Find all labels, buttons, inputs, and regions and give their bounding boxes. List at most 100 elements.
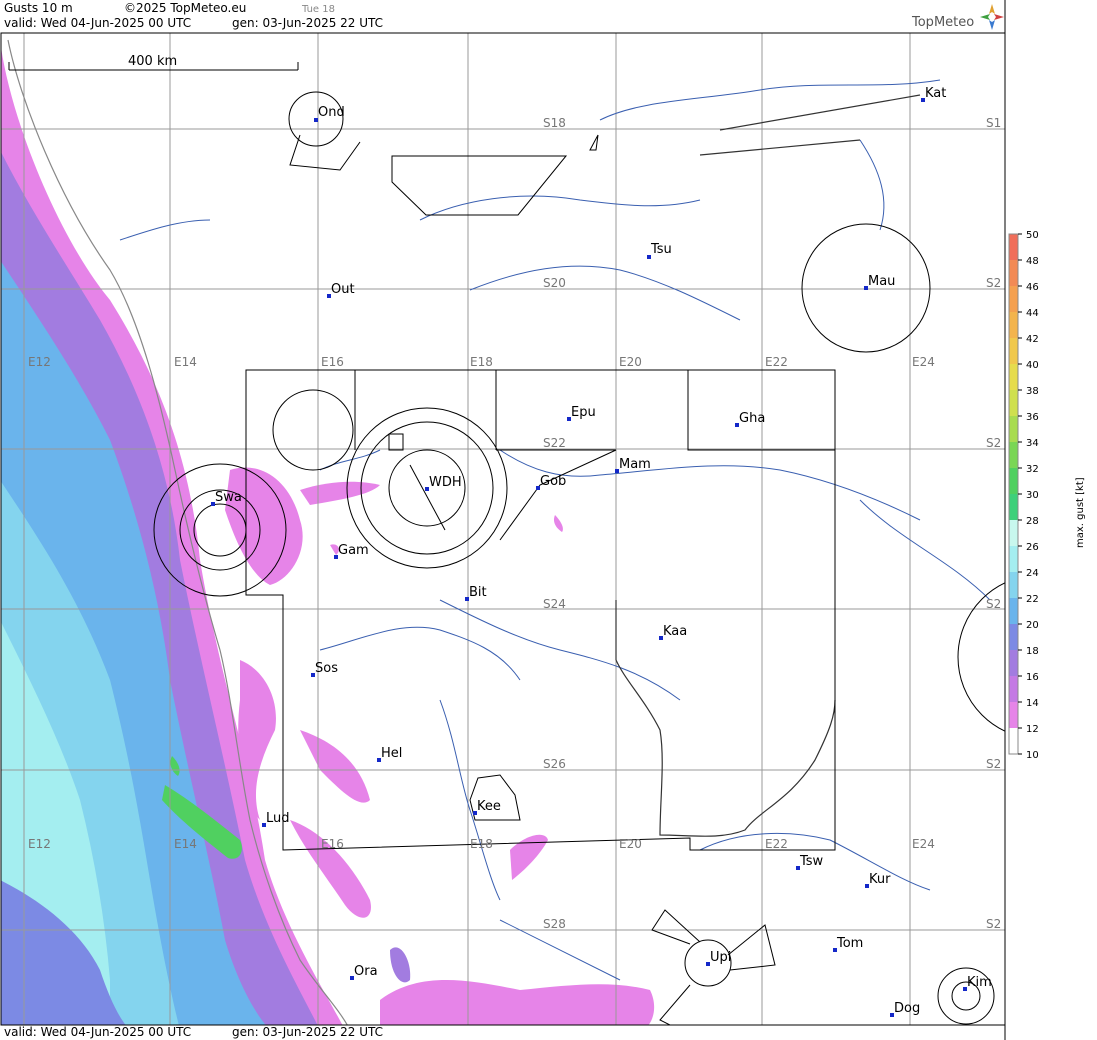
lon-label-e22: E22 (765, 355, 788, 369)
lon-label-e14: E14 (174, 355, 197, 369)
legend-tick-label: 10 (1026, 750, 1039, 761)
legend-swatch (1009, 468, 1018, 494)
city-swa: Swa (215, 490, 242, 505)
lon-label-e18: E18 (470, 355, 493, 369)
legend-swatch (1009, 676, 1018, 702)
legend-title: max. gust [kt] (1075, 477, 1086, 548)
legend-tick-label: 50 (1026, 230, 1039, 241)
lon-label-e16: E16 (321, 355, 344, 369)
weather-map: 400 km E12 E14 E16 E18 E20 E22 E24 E12 E… (0, 0, 1086, 1040)
legend-swatch (1009, 572, 1018, 598)
legend-tick-label: 34 (1026, 438, 1039, 449)
city-kaa: Kaa (663, 624, 687, 639)
legend-tick-label: 48 (1026, 256, 1039, 267)
city-kur: Kur (869, 872, 891, 887)
legend-swatch (1009, 494, 1018, 520)
lon-label-e12-south: E12 (28, 837, 51, 851)
legend-swatch (1009, 624, 1018, 650)
legend-swatch (1009, 650, 1018, 676)
city-mau: Mau (868, 274, 895, 289)
legend-swatch (1009, 416, 1018, 442)
city-gam: Gam (338, 543, 369, 558)
city-gob: Gob (540, 474, 566, 489)
legend-tick-label: 12 (1026, 724, 1039, 735)
city-upi: Upi (710, 950, 731, 965)
lat-label-s22: S22 (543, 436, 566, 450)
lon-label-e22-south: E22 (765, 837, 788, 851)
legend-tick-label: 32 (1026, 464, 1039, 475)
legend-swatch (1009, 728, 1018, 754)
city-ond: Ond (318, 105, 345, 120)
legend-tick-label: 26 (1026, 542, 1039, 553)
legend-swatch (1009, 234, 1018, 260)
gust-patch-coast2 (300, 730, 370, 803)
city-tsu: Tsu (650, 242, 672, 257)
legend-swatch (1009, 312, 1018, 338)
city-dog: Dog (894, 1001, 920, 1016)
city-tom: Tom (836, 936, 863, 951)
lat-label-s28: S28 (543, 917, 566, 931)
city-mam: Mam (619, 457, 651, 472)
legend-swatch (1009, 546, 1018, 572)
topmeteo-logo-icon (980, 4, 1004, 30)
legend-tick-label: 14 (1026, 698, 1039, 709)
scale-bar-label: 400 km (128, 54, 177, 69)
city-kee: Kee (477, 799, 501, 814)
city-out: Out (331, 282, 355, 297)
edge-label-4: S2 (986, 597, 1001, 611)
city-markers (211, 98, 967, 1017)
legend-swatch (1009, 702, 1018, 728)
lon-label-e20-south: E20 (619, 837, 642, 851)
legend-tick-label: 36 (1026, 412, 1039, 423)
legend-tick-label: 28 (1026, 516, 1039, 527)
lat-label-s20: S20 (543, 276, 566, 290)
legend-swatch (1009, 364, 1018, 390)
legend-tick-label: 24 (1026, 568, 1039, 579)
legend-tick-label: 16 (1026, 672, 1039, 683)
city-kim: Kim (967, 975, 992, 990)
lat-label-s24: S24 (543, 597, 566, 611)
gust-patch-gob (553, 515, 563, 532)
legend-tick-label: 42 (1026, 334, 1039, 345)
gust-patch-wdh (300, 481, 380, 505)
city-tsw: Tsw (799, 854, 824, 869)
city-epu: Epu (571, 405, 596, 420)
gust-patch-ora-blue (390, 947, 411, 983)
edge-label-6: S2 (986, 917, 1001, 931)
city-bit: Bit (469, 585, 487, 600)
lon-label-e20: E20 (619, 355, 642, 369)
gust-patch-kee (510, 834, 548, 880)
lon-label-e16-south: E16 (321, 837, 344, 851)
lon-label-e12: E12 (28, 355, 51, 369)
city-lud: Lud (266, 811, 290, 826)
legend-swatch (1009, 286, 1018, 312)
lat-label-s18: S18 (543, 116, 566, 130)
legend-tick-label: 44 (1026, 308, 1039, 319)
city-hel: Hel (381, 746, 402, 761)
lon-label-e14-south: E14 (174, 837, 197, 851)
legend-tick-label: 46 (1026, 282, 1039, 293)
footer-generated-time: gen: 03-Jun-2025 22 UTC (232, 1025, 384, 1039)
edge-label-3: S2 (986, 436, 1001, 450)
city-gha: Gha (739, 411, 765, 426)
map-canvas (1, 33, 1005, 1025)
edge-label-5: S2 (986, 757, 1001, 771)
city-ora: Ora (354, 964, 378, 979)
legend-swatch (1009, 520, 1018, 546)
legend-tick-label: 40 (1026, 360, 1039, 371)
gust-patch-swa (225, 467, 303, 585)
legend-swatch (1009, 338, 1018, 364)
lon-label-e24-south: E24 (912, 837, 935, 851)
city-sos: Sos (315, 661, 338, 676)
gust-patch-orange (380, 980, 655, 1025)
legend-swatch (1009, 390, 1018, 416)
legend-tick-label: 20 (1026, 620, 1039, 631)
lon-label-e24: E24 (912, 355, 935, 369)
lat-label-s26: S26 (543, 757, 566, 771)
legend-tick-label: 30 (1026, 490, 1039, 501)
edge-label-2: S2 (986, 276, 1001, 290)
legend-tick-label: 38 (1026, 386, 1039, 397)
borders (615, 94, 921, 837)
footer-valid-time: valid: Wed 04-Jun-2025 00 UTC (4, 1025, 192, 1039)
legend-colorbar: 50 48 46 44 42 40 38 36 34 32 30 28 26 24 22 20 18 16 14 12… (1008, 230, 1039, 761)
